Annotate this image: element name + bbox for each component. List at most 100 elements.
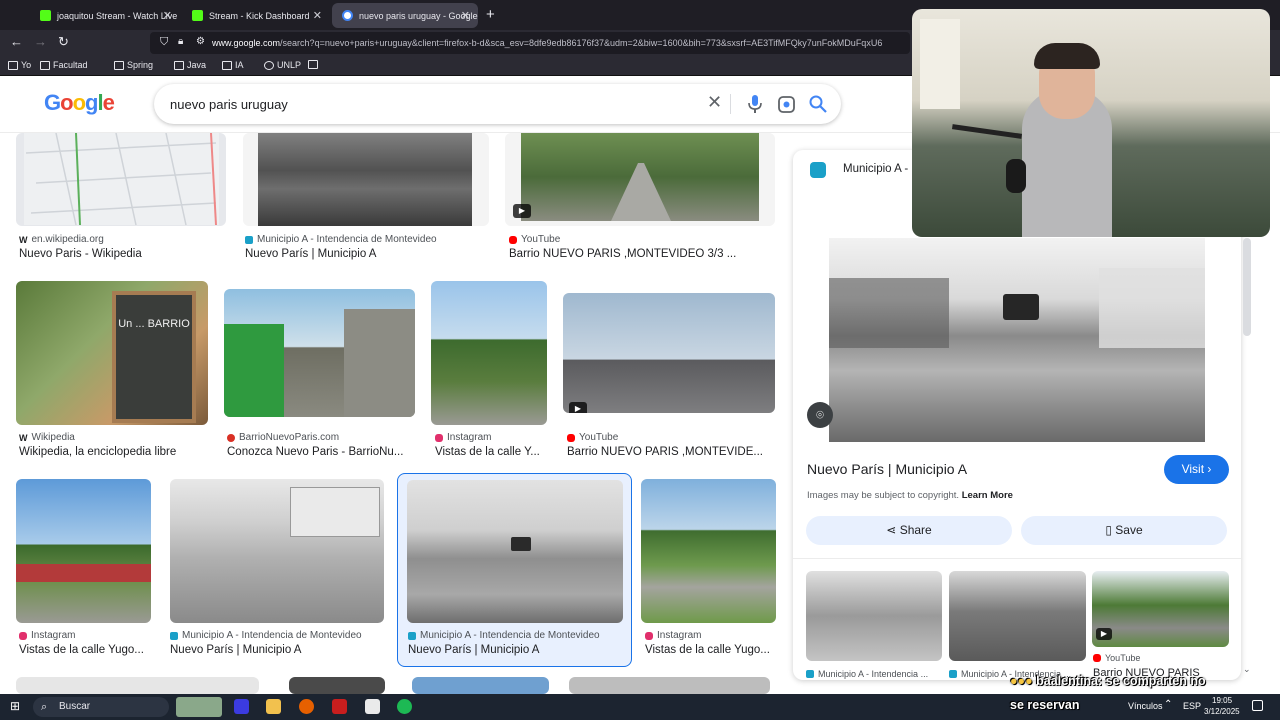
result-source[interactable]: Municipio A - Intendencia de Montevideo <box>245 234 437 245</box>
search-icon[interactable] <box>809 95 827 113</box>
result-image-sidewalk[interactable] <box>641 479 776 623</box>
result-image-colonial-street[interactable] <box>224 289 415 417</box>
file-explorer-icon[interactable] <box>266 699 281 714</box>
share-button[interactable]: ⋖ Share <box>806 516 1012 545</box>
bookmark-folder-ia[interactable]: IA <box>222 60 244 70</box>
forward-icon[interactable]: → <box>34 34 47 49</box>
clock-date[interactable]: 3/12/2025 <box>1204 707 1240 716</box>
municipio-icon <box>949 670 957 678</box>
car <box>1003 294 1039 320</box>
webcam-overlay <box>912 9 1270 237</box>
panel-source[interactable]: Municipio A - <box>843 163 908 175</box>
clock-time[interactable]: 19:05 <box>1212 696 1232 705</box>
result-image-street-video[interactable]: ▶ <box>505 133 775 226</box>
municipio-icon <box>170 631 178 640</box>
result-image-church-bw[interactable] <box>170 479 384 623</box>
result-title[interactable]: Vistas de la calle Yugo... <box>645 644 770 656</box>
bookmark-folder-facultad[interactable]: Facultad <box>40 60 88 70</box>
result-image-trees-street[interactable] <box>431 281 547 425</box>
notification-icon[interactable] <box>1252 700 1263 711</box>
language-indicator[interactable]: ESP <box>1183 701 1201 711</box>
clear-icon[interactable]: ✕ <box>707 92 722 113</box>
related-image-video[interactable]: ▶ <box>1092 571 1229 647</box>
result-title[interactable]: Barrio NUEVO PARIS ,MONTEVIDEO 3/3 ... <box>509 248 736 260</box>
bookmark-folder-more[interactable] <box>308 60 318 69</box>
bookmark-unlp[interactable]: UNLP <box>264 60 301 70</box>
result-title[interactable]: Nuevo París | Municipio A <box>245 248 376 260</box>
notepad-icon[interactable] <box>365 699 380 714</box>
search-box[interactable]: nuevo paris uruguay ✕ <box>154 84 841 124</box>
close-tab-icon[interactable]: ✕ <box>163 9 172 22</box>
result-title[interactable]: Vistas de la calle Y... <box>435 446 540 458</box>
save-button[interactable]: ▯ Save <box>1021 516 1227 545</box>
result-image[interactable] <box>569 677 770 694</box>
result-source[interactable]: Instagram <box>645 630 701 641</box>
result-source[interactable]: W Wikipedia <box>19 432 75 443</box>
result-title[interactable]: Vistas de la calle Yugo... <box>19 644 144 656</box>
related-image[interactable] <box>949 571 1086 661</box>
widgets-icon[interactable] <box>176 697 222 717</box>
result-source[interactable]: Instagram <box>19 630 75 641</box>
aerial-photo <box>258 133 472 226</box>
microphone-icon[interactable] <box>748 95 762 113</box>
chevron-up-icon[interactable]: ⌃ <box>1164 699 1172 710</box>
related-source[interactable]: YouTube <box>1093 653 1140 663</box>
youtube-icon <box>509 235 517 244</box>
spotify-icon[interactable] <box>397 699 412 714</box>
result-source[interactable]: YouTube <box>567 432 618 443</box>
new-tab-button[interactable]: + <box>486 6 495 23</box>
result-source[interactable]: Wen.wikipedia.org <box>19 234 104 245</box>
google-logo[interactable]: Google <box>44 90 115 116</box>
close-tab-icon[interactable]: ✕ <box>313 9 322 22</box>
result-source[interactable]: Municipio A - Intendencia de Montevideo <box>170 630 362 641</box>
url-bar[interactable]: ⛉ 🔒︎ ⚙ www.google.com/search?q=nuevo+par… <box>150 32 910 54</box>
result-image[interactable] <box>289 677 385 694</box>
result-source[interactable]: BarrioNuevoParis.com <box>227 432 339 443</box>
result-image[interactable] <box>412 677 549 694</box>
result-title[interactable]: Wikipedia, la enciclopedia libre <box>19 446 176 458</box>
result-image-aerial[interactable] <box>243 133 489 226</box>
bookmark-folder-java[interactable]: Java <box>174 60 206 70</box>
links-toolbar[interactable]: Vínculos <box>1128 701 1163 711</box>
result-title[interactable]: Nuevo París | Municipio A <box>408 644 539 656</box>
taskbar-search[interactable]: ⌕ Buscar <box>33 697 169 717</box>
tab-kick-dashboard[interactable]: Stream - Kick Dashboard ✕ <box>182 3 330 28</box>
panel-scrollbar[interactable] <box>1243 238 1251 336</box>
result-image[interactable] <box>16 677 259 694</box>
panel-title[interactable]: Nuevo París | Municipio A <box>807 461 967 477</box>
result-source[interactable]: Municipio A - Intendencia de Montevideo <box>408 630 600 641</box>
lens-search-icon[interactable]: ⌾ <box>807 402 833 428</box>
tab-kick-stream[interactable]: joaquitou Stream - Watch Live o... ✕ <box>30 3 180 28</box>
learn-more-link[interactable]: Learn More <box>962 490 1013 501</box>
obs-icon[interactable] <box>332 699 347 714</box>
reload-icon[interactable]: ↻ <box>58 34 69 50</box>
windows-start-icon[interactable]: ⊞ <box>10 700 22 712</box>
microphone <box>1006 159 1026 193</box>
back-icon[interactable]: ← <box>10 34 23 49</box>
close-tab-icon[interactable]: ✕ <box>461 9 470 22</box>
result-image-palm-street[interactable] <box>16 479 151 623</box>
result-title[interactable]: Conozca Nuevo Paris - BarrioNu... <box>227 446 403 458</box>
result-title[interactable]: Barrio NUEVO PARIS ,MONTEVIDE... <box>567 446 763 458</box>
result-title[interactable]: Nuevo Paris - Wikipedia <box>19 248 142 260</box>
firefox-icon[interactable] <box>299 699 314 714</box>
result-image-avenue-video[interactable]: ▶ <box>563 293 775 413</box>
scroll-down-icon[interactable]: ⌄ <box>1243 664 1251 675</box>
intellij-icon[interactable] <box>234 699 249 714</box>
tab-google-search[interactable]: nuevo paris uruguay - Google S... ✕ <box>332 3 478 28</box>
permissions-icon: ⚙ <box>196 36 205 47</box>
lens-icon[interactable] <box>778 96 795 113</box>
search-input[interactable]: nuevo paris uruguay <box>170 97 288 112</box>
result-image-chalkboard[interactable]: Un ... BARRIO <box>16 281 208 425</box>
bookmark-folder-spring[interactable]: Spring <box>114 60 153 70</box>
result-source[interactable]: Instagram <box>435 432 491 443</box>
preview-image[interactable] <box>829 238 1205 442</box>
result-title[interactable]: Nuevo París | Municipio A <box>170 644 301 656</box>
visit-button[interactable]: Visit › <box>1164 455 1229 484</box>
related-source[interactable]: Municipio A - Intendencia ... <box>806 669 928 679</box>
result-image-map[interactable] <box>16 133 226 226</box>
result-source[interactable]: YouTube <box>509 234 560 245</box>
municipio-icon <box>810 162 826 178</box>
bookmark-folder-yo[interactable]: Yo <box>8 60 31 70</box>
related-image[interactable] <box>806 571 942 661</box>
